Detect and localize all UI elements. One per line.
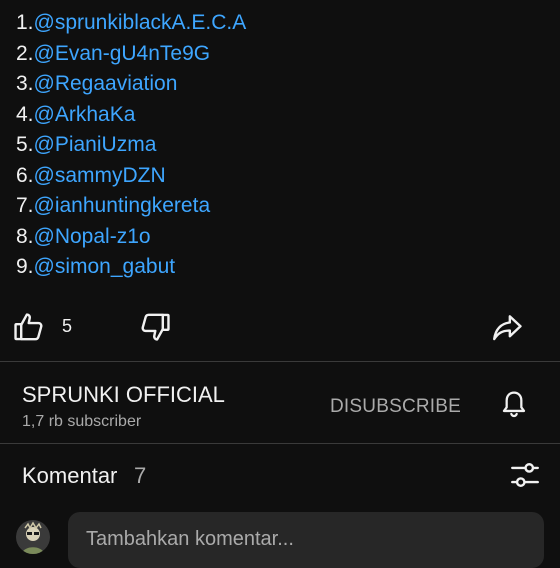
comment-filter-button[interactable] [508, 458, 542, 497]
bell-icon [502, 391, 526, 418]
list-item: 9.@simon_gabut [16, 252, 246, 283]
mention-link[interactable]: @ArkhaKa [34, 103, 136, 126]
subscribe-button[interactable]: DISUBSCRIBE [330, 396, 461, 418]
avatar-image-icon [16, 520, 50, 554]
list-number: 3. [16, 72, 34, 95]
like-button[interactable] [12, 306, 46, 348]
list-item: 3.@Regaaviation [16, 69, 246, 100]
avatar [16, 520, 50, 554]
list-item: 6.@sammyDZN [16, 161, 246, 192]
comments-count: 7 [134, 463, 147, 488]
list-item: 4.@ArkhaKa [16, 100, 246, 131]
comments-title[interactable]: Komentar [22, 463, 117, 489]
list-number: 7. [16, 194, 34, 217]
list-number: 1. [16, 11, 34, 34]
mention-list: 1.@sprunkiblackA.E.C.A 2.@Evan-gU4nTe9G … [16, 8, 246, 283]
dislike-button[interactable] [138, 306, 172, 348]
list-number: 8. [16, 224, 34, 248]
list-item: 1.@sprunkiblackA.E.C.A [16, 8, 246, 39]
mention-link[interactable]: @simon_gabut [34, 255, 176, 278]
list-number: 4. [16, 102, 34, 126]
channel-name[interactable]: SPRUNKI OFFICIAL [22, 382, 225, 408]
divider [0, 443, 560, 444]
mention-link[interactable]: @Evan-gU4nTe9G [34, 42, 211, 65]
notification-bell-button[interactable] [498, 388, 530, 425]
mention-link[interactable]: @ianhuntingkereta [34, 194, 211, 217]
share-button[interactable] [490, 306, 524, 348]
like-count: 5 [62, 316, 73, 336]
list-item: 7.@ianhuntingkereta [16, 191, 246, 222]
divider [0, 361, 560, 362]
mention-link[interactable]: @Regaaviation [34, 72, 178, 95]
thumbs-up-icon [14, 313, 43, 341]
thumbs-down-icon [141, 313, 170, 341]
action-bar: 5 [0, 300, 560, 354]
list-number: 9. [16, 255, 34, 278]
mention-link[interactable]: @sammyDZN [34, 164, 166, 187]
subscriber-count: 1,7 rb subscriber [22, 413, 142, 430]
mention-link[interactable]: @PianiUzma [34, 133, 157, 156]
sliders-icon [511, 463, 539, 487]
list-item: 2.@Evan-gU4nTe9G [16, 39, 246, 70]
list-number: 5. [16, 133, 34, 156]
mention-link[interactable]: @sprunkiblackA.E.C.A [34, 11, 247, 34]
comment-input[interactable] [86, 526, 526, 552]
mention-link[interactable]: @Nopal-z1o [34, 225, 151, 248]
share-icon [493, 315, 522, 341]
list-item: 8.@Nopal-z1o [16, 222, 246, 253]
list-number: 6. [16, 163, 34, 187]
list-item: 5.@PianiUzma [16, 130, 246, 161]
list-number: 2. [16, 41, 34, 65]
